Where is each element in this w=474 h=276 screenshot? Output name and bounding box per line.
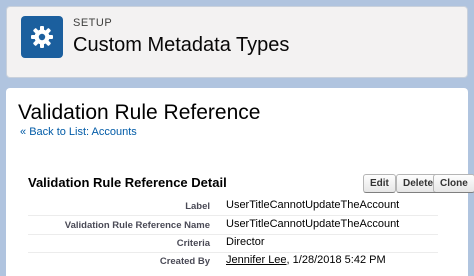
- clone-button[interactable]: Clone: [433, 174, 474, 193]
- row-divider: [28, 234, 438, 235]
- field-value-label: UserTitleCannotUpdateTheAccount: [226, 199, 400, 211]
- edit-button[interactable]: Edit: [363, 174, 396, 193]
- field-value-criteria: Director: [226, 236, 265, 248]
- content-panel: Validation Rule Reference « Back to List…: [6, 88, 474, 276]
- setup-eyebrow: SETUP: [73, 17, 113, 29]
- field-value-created-by: Jennifer Lee, 1/28/2018 5:42 PM: [226, 254, 386, 266]
- back-to-list-link[interactable]: « Back to List: Accounts: [20, 126, 137, 138]
- field-label-criteria: Criteria: [176, 238, 210, 249]
- created-by-user-link[interactable]: Jennifer Lee: [226, 254, 287, 266]
- back-to-list-label[interactable]: Back to List: Accounts: [29, 126, 137, 138]
- page-title: Validation Rule Reference: [18, 101, 261, 124]
- setup-icon-tile: [21, 16, 63, 58]
- row-divider: [28, 252, 438, 253]
- gear-icon: [31, 26, 53, 48]
- back-arrow: «: [20, 126, 27, 138]
- detail-section-title: Validation Rule Reference Detail: [28, 175, 227, 190]
- created-by-date: , 1/28/2018 5:42 PM: [286, 254, 386, 266]
- field-value-name: UserTitleCannotUpdateTheAccount: [226, 218, 400, 230]
- setup-header: SETUP Custom Metadata Types: [6, 6, 468, 78]
- setup-title: Custom Metadata Types: [73, 34, 290, 56]
- field-label-label: Label: [185, 201, 210, 212]
- row-divider: [28, 215, 438, 216]
- field-label-name: Validation Rule Reference Name: [64, 220, 210, 231]
- field-label-created-by: Created By: [159, 256, 210, 267]
